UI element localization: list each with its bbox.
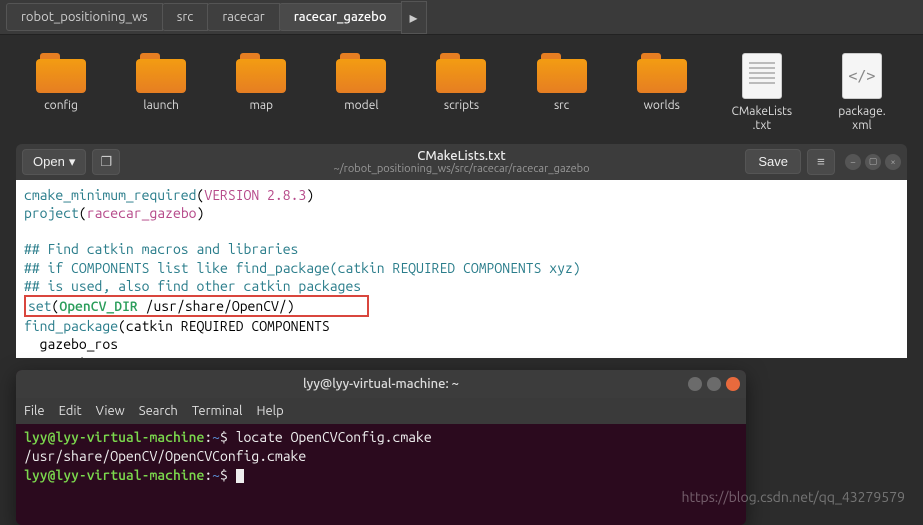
file-label: model: [344, 99, 378, 113]
breadcrumb-item[interactable]: src: [162, 3, 209, 31]
file-label: scripts: [444, 99, 479, 113]
terminal-window: lyy@lyy-virtual-machine: ~ File Edit Vie…: [16, 370, 746, 525]
folder-src[interactable]: src: [531, 53, 593, 134]
terminal-menu-terminal[interactable]: Terminal: [192, 404, 243, 418]
editor-filename: CMakeLists.txt: [333, 149, 589, 163]
folder-icon: [236, 53, 286, 93]
minimize-icon[interactable]: –: [845, 154, 861, 170]
breadcrumb-item[interactable]: racecar: [207, 3, 279, 31]
save-button[interactable]: Save: [745, 149, 801, 174]
breadcrumb-item-current[interactable]: racecar_gazebo: [279, 3, 402, 31]
terminal-minimize-icon[interactable]: [688, 377, 702, 391]
chevron-down-icon: ▾: [69, 154, 76, 170]
file-label: CMakeLists .txt: [732, 105, 793, 134]
terminal-menu-file[interactable]: File: [24, 404, 45, 418]
folder-model[interactable]: model: [330, 53, 392, 134]
folder-icon: [537, 53, 587, 93]
file-cmakelists[interactable]: CMakeLists .txt: [731, 53, 793, 134]
xml-file-icon: </>: [842, 53, 882, 99]
file-label: config: [44, 99, 78, 113]
file-label: map: [250, 99, 274, 113]
terminal-close-icon[interactable]: [726, 377, 740, 391]
folder-map[interactable]: map: [230, 53, 292, 134]
terminal-menu-edit[interactable]: Edit: [59, 404, 82, 418]
file-label: launch: [143, 99, 178, 113]
file-package-xml[interactable]: </> package. xml: [831, 53, 893, 134]
terminal-cursor: [236, 469, 244, 483]
folder-icon: [436, 53, 486, 93]
open-button[interactable]: Open▾: [22, 149, 86, 175]
breadcrumb-item[interactable]: robot_positioning_ws: [6, 3, 163, 31]
folder-icon: [336, 53, 386, 93]
folder-launch[interactable]: launch: [130, 53, 192, 134]
close-icon[interactable]: ×: [885, 154, 901, 170]
editor-filepath: ~/robot_positioning_ws/src/racecar/racec…: [333, 163, 589, 175]
text-file-icon: [742, 53, 782, 99]
breadcrumb-expand-icon[interactable]: ▸: [401, 1, 427, 34]
file-label: package. xml: [838, 105, 885, 134]
new-document-button[interactable]: ❐: [92, 149, 120, 175]
file-label: worlds: [644, 99, 680, 113]
terminal-menu-search[interactable]: Search: [139, 404, 178, 418]
folder-config[interactable]: config: [30, 53, 92, 134]
highlighted-line: set(OpenCV_DIR /usr/share/OpenCV/): [24, 295, 369, 317]
terminal-maximize-icon[interactable]: [707, 377, 721, 391]
folder-scripts[interactable]: scripts: [430, 53, 492, 134]
folder-icon: [36, 53, 86, 93]
folder-icon: [637, 53, 687, 93]
terminal-menubar: File Edit View Search Terminal Help: [16, 398, 746, 424]
folder-icon: [136, 53, 186, 93]
terminal-menu-view[interactable]: View: [96, 404, 125, 418]
folder-worlds[interactable]: worlds: [631, 53, 693, 134]
maximize-icon[interactable]: ▢: [865, 154, 881, 170]
file-browser: config launch map model scripts src worl…: [0, 35, 923, 144]
editor-title: CMakeLists.txt ~/robot_positioning_ws/sr…: [333, 149, 589, 175]
file-label: src: [554, 99, 569, 113]
editor-window-controls: – ▢ ×: [845, 154, 901, 170]
terminal-content[interactable]: lyy@lyy-virtual-machine:~$ locate OpenCV…: [16, 424, 746, 525]
hamburger-menu-button[interactable]: ≡: [807, 149, 835, 175]
breadcrumb-bar: robot_positioning_ws src racecar racecar…: [0, 0, 923, 35]
terminal-titlebar[interactable]: lyy@lyy-virtual-machine: ~: [16, 370, 746, 398]
terminal-menu-help[interactable]: Help: [256, 404, 283, 418]
terminal-title: lyy@lyy-virtual-machine: ~: [303, 377, 459, 391]
editor-content[interactable]: cmake_minimum_required(VERSION 2.8.3) pr…: [16, 180, 907, 358]
editor-toolbar: Open▾ ❐ CMakeLists.txt ~/robot_positioni…: [16, 144, 907, 180]
